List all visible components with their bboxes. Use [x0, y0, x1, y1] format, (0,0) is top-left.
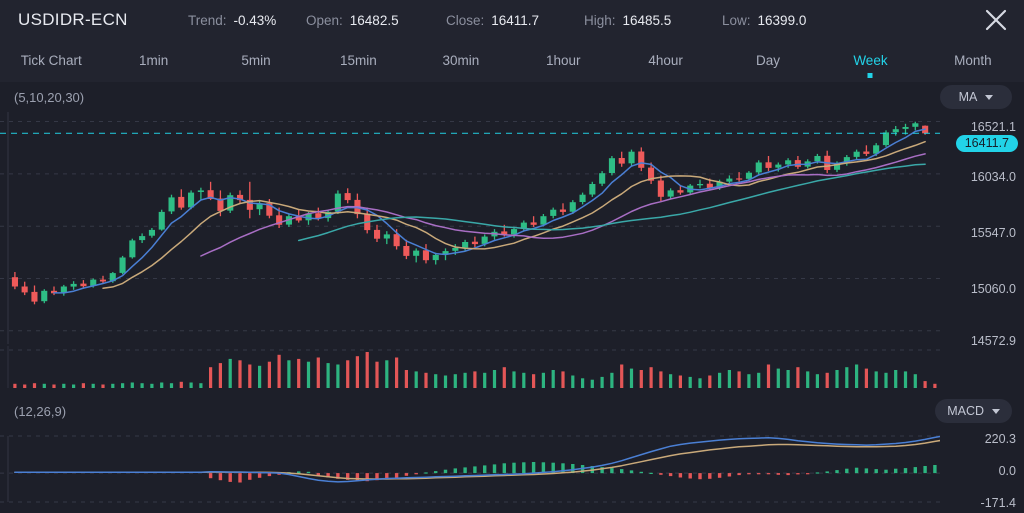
- stat-low: Low: 16399.0: [722, 13, 842, 28]
- macd-selector-label: MACD: [947, 404, 984, 418]
- price-axis-label: 14572.9: [971, 334, 1016, 348]
- price-chart-panel[interactable]: [0, 112, 940, 344]
- macd-axis-label: 0.0: [999, 464, 1016, 478]
- macd-params-label: (12,26,9): [14, 404, 66, 419]
- close-icon[interactable]: [982, 6, 1010, 34]
- main-indicator-row: (5,10,20,30) MA: [0, 84, 1024, 110]
- active-tab-indicator: [868, 73, 873, 78]
- tab-1hour[interactable]: 1hour: [512, 40, 614, 82]
- tab-label: 1min: [139, 53, 168, 68]
- tab-1min[interactable]: 1min: [102, 40, 204, 82]
- tab-week[interactable]: Week: [819, 40, 921, 82]
- price-axis: 16521.1 16034.0 15547.0 15060.0 14572.9 …: [940, 112, 1024, 344]
- tab-label: Tick Chart: [21, 53, 82, 68]
- tab-15min[interactable]: 15min: [307, 40, 409, 82]
- price-axis-label: 16034.0: [971, 170, 1016, 184]
- tab-month[interactable]: Month: [922, 40, 1024, 82]
- tab-4hour[interactable]: 4hour: [614, 40, 716, 82]
- volume-chart-panel[interactable]: [0, 344, 940, 392]
- macd-chart-panel[interactable]: [0, 424, 940, 510]
- tab-label: Month: [954, 53, 992, 68]
- ma-selector-dropdown[interactable]: MA: [940, 85, 1012, 109]
- stat-trend-value: -0.43%: [234, 13, 277, 28]
- stat-trend-label: Trend:: [188, 13, 227, 28]
- stat-open-label: Open:: [306, 13, 343, 28]
- tab-label: 1hour: [546, 53, 581, 68]
- macd-axis: 220.3 0.0 -171.4: [940, 424, 1024, 510]
- timeframe-tabs: Tick Chart 1min 5min 15min 30min 1hour 4…: [0, 40, 1024, 82]
- sub-indicator-row: (12,26,9) MACD: [0, 398, 1024, 424]
- price-axis-label: 15060.0: [971, 282, 1016, 296]
- chevron-down-icon: [992, 409, 1000, 414]
- macd-axis-label: 220.3: [985, 432, 1016, 446]
- stat-high-value: 16485.5: [623, 13, 672, 28]
- stat-trend: Trend: -0.43%: [188, 13, 306, 28]
- tab-label: Week: [853, 53, 887, 68]
- ma-selector-label: MA: [959, 90, 978, 104]
- stat-close-value: 16411.7: [491, 13, 539, 28]
- tab-30min[interactable]: 30min: [410, 40, 512, 82]
- tab-label: 5min: [241, 53, 270, 68]
- chart-header: USDIDR-ECN Trend: -0.43% Open: 16482.5 C…: [0, 0, 1024, 40]
- stat-low-value: 16399.0: [758, 13, 807, 28]
- stat-close: Close: 16411.7: [446, 13, 584, 28]
- macd-selector-dropdown[interactable]: MACD: [935, 399, 1012, 423]
- tab-label: 15min: [340, 53, 377, 68]
- tab-label: Day: [756, 53, 780, 68]
- current-price-tag: 16411.7: [956, 135, 1018, 152]
- trading-chart-app: USDIDR-ECN Trend: -0.43% Open: 16482.5 C…: [0, 0, 1024, 513]
- tab-5min[interactable]: 5min: [205, 40, 307, 82]
- stat-close-label: Close:: [446, 13, 484, 28]
- macd-axis-label: -171.4: [981, 496, 1016, 510]
- tab-label: 30min: [442, 53, 479, 68]
- stat-low-label: Low:: [722, 13, 751, 28]
- stat-high-label: High:: [584, 13, 616, 28]
- tab-day[interactable]: Day: [717, 40, 819, 82]
- price-axis-label: 16521.1: [971, 120, 1016, 134]
- tab-tick-chart[interactable]: Tick Chart: [0, 40, 102, 82]
- stat-high: High: 16485.5: [584, 13, 722, 28]
- stat-open: Open: 16482.5: [306, 13, 446, 28]
- tab-label: 4hour: [648, 53, 683, 68]
- ma-params-label: (5,10,20,30): [14, 90, 84, 105]
- symbol-title: USDIDR-ECN: [18, 10, 188, 30]
- stat-open-value: 16482.5: [350, 13, 399, 28]
- price-axis-label: 15547.0: [971, 226, 1016, 240]
- chevron-down-icon: [985, 95, 993, 100]
